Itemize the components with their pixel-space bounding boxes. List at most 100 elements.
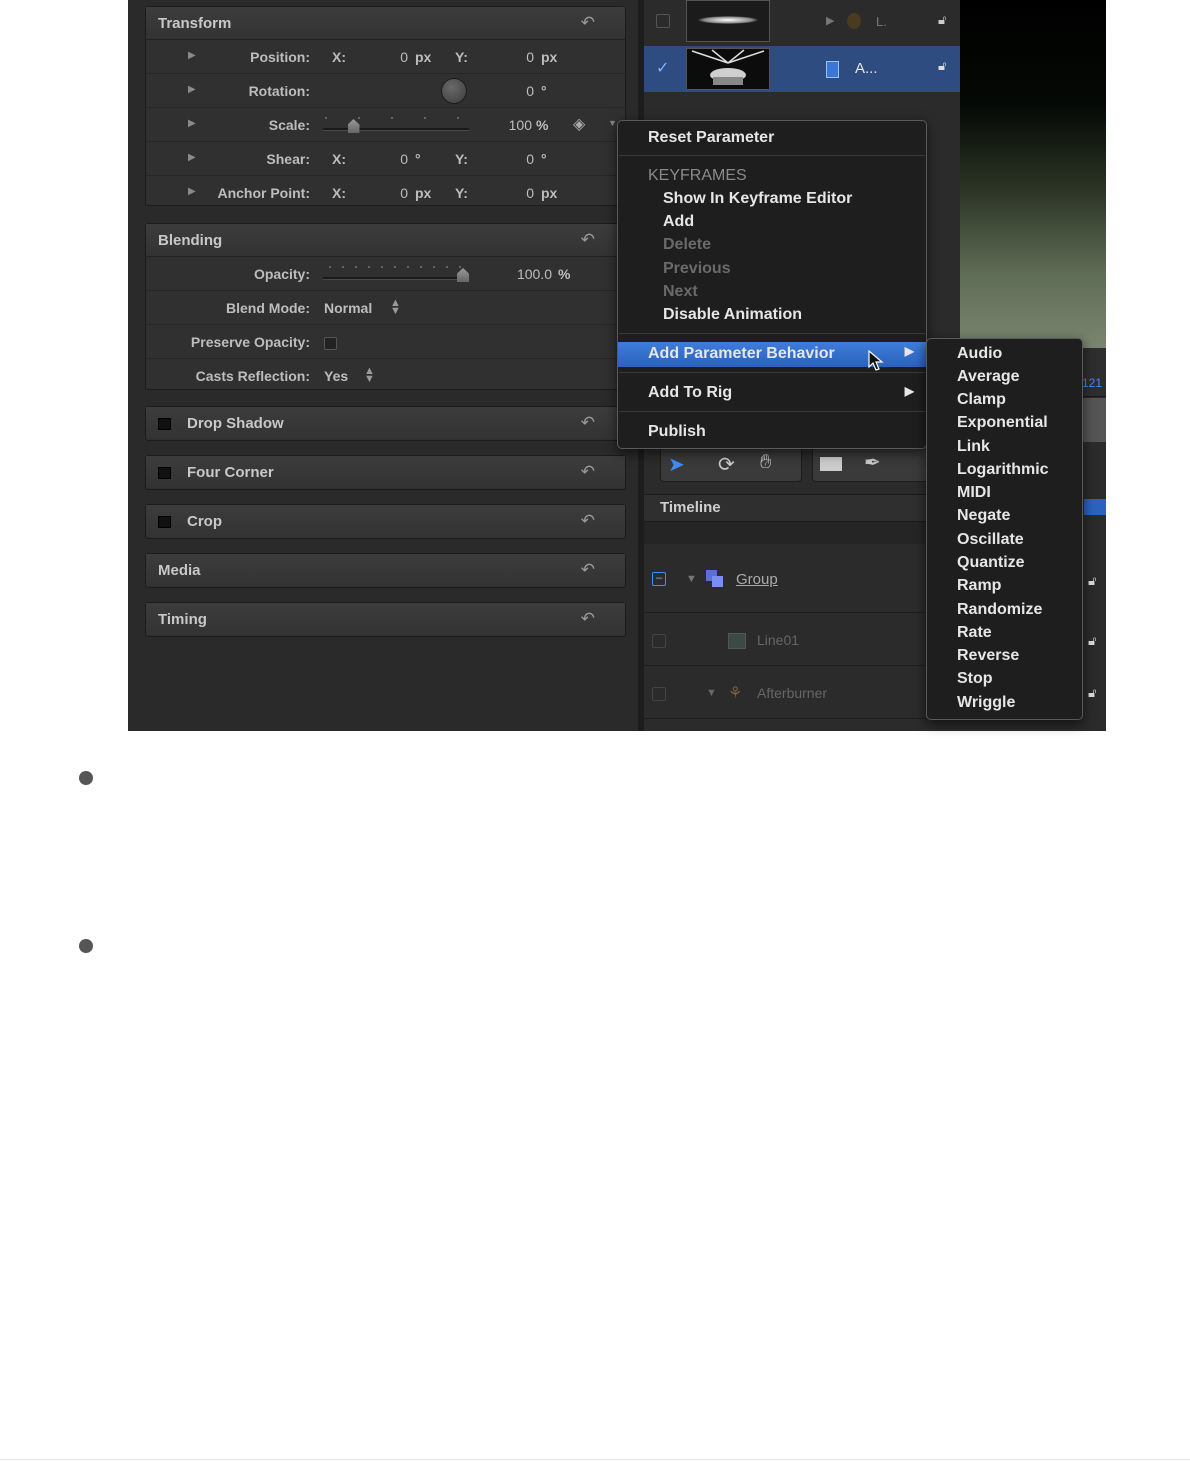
scale-slider-thumb[interactable] — [347, 119, 360, 133]
position-x-value[interactable]: 0 — [348, 49, 408, 65]
media-panel[interactable]: Media ↶ — [145, 553, 626, 588]
submenu-item-link[interactable]: Link — [957, 438, 990, 456]
disclosure-triangle-icon[interactable]: ▶ — [188, 50, 196, 61]
canvas-viewer[interactable] — [960, 0, 1106, 348]
scale-value[interactable]: 100 — [472, 117, 532, 133]
crop-checkbox[interactable] — [158, 516, 171, 528]
position-x-unit: px — [415, 49, 432, 65]
lock-icon[interactable]: 🔓︎ — [1088, 573, 1096, 589]
anchor-y-label: Y: — [455, 185, 468, 201]
scale-slider[interactable] — [323, 128, 469, 131]
submenu-arrow-icon: ▶ — [904, 344, 914, 358]
preserve-opacity-checkbox[interactable] — [324, 337, 337, 350]
disclosure-triangle-icon[interactable]: ▼ — [686, 573, 697, 585]
reset-icon[interactable]: ↶ — [581, 609, 595, 629]
menu-item-disable-animation[interactable]: Disable Animation — [618, 304, 926, 326]
layer-checkbox[interactable] — [652, 687, 666, 701]
submenu-item-audio[interactable]: Audio — [957, 345, 1002, 363]
disclosure-triangle-icon[interactable]: ▼ — [706, 687, 717, 699]
disclosure-triangle-icon[interactable]: ▶ — [188, 84, 196, 95]
submenu-item-negate[interactable]: Negate — [957, 507, 1010, 525]
select-arrow-icon[interactable]: ➤ — [668, 452, 685, 477]
shear-y-unit: ° — [541, 151, 547, 167]
lock-icon[interactable]: 🔓︎ — [1088, 633, 1096, 649]
drop-shadow-checkbox[interactable] — [158, 418, 171, 430]
anchor-y-value[interactable]: 0 — [474, 185, 534, 201]
crop-panel[interactable]: Crop ↶ — [145, 504, 626, 539]
list-bullet — [79, 771, 93, 785]
lock-icon[interactable]: 🔓︎ — [938, 58, 946, 74]
submenu-item-ramp[interactable]: Ramp — [957, 577, 1001, 595]
submenu-item-exponential[interactable]: Exponential — [957, 414, 1048, 432]
rotation-value[interactable]: 0 — [474, 83, 534, 99]
reset-icon[interactable]: ↶ — [581, 230, 595, 250]
submenu-item-average[interactable]: Average — [957, 368, 1020, 386]
submenu-item-reverse[interactable]: Reverse — [957, 647, 1019, 665]
disclosure-triangle-icon[interactable]: ▶ — [826, 14, 834, 27]
reset-icon[interactable]: ↶ — [581, 413, 595, 433]
group-name[interactable]: Group — [736, 571, 778, 588]
rotation-dial[interactable] — [441, 78, 467, 104]
reset-icon[interactable]: ↶ — [581, 13, 595, 33]
rectangle-tool-icon[interactable] — [820, 457, 842, 471]
updown-arrows-icon[interactable]: ▲ ▼ — [390, 298, 401, 317]
submenu-item-logarithmic[interactable]: Logarithmic — [957, 461, 1049, 479]
timing-panel[interactable]: Timing ↶ — [145, 602, 626, 637]
submenu-item-randomize[interactable]: Randomize — [957, 601, 1042, 619]
parameter-behavior-submenu: Audio Average Clamp Exponential Link Log… — [926, 338, 1083, 720]
updown-arrows-icon[interactable]: ▲ ▼ — [364, 366, 375, 385]
layer-row[interactable]: ▶ L. 🔓︎ — [644, 0, 960, 44]
transform-header[interactable]: Transform ↶ — [146, 7, 625, 40]
submenu-item-wriggle[interactable]: Wriggle — [957, 694, 1015, 712]
position-y-value[interactable]: 0 — [474, 49, 534, 65]
layer-checkbox-checked[interactable]: ✓ — [656, 58, 669, 78]
menu-item-add-parameter-behavior[interactable]: Add Parameter Behavior ▶ — [618, 342, 926, 371]
menu-item-add-to-rig[interactable]: Add To Rig ▶ — [618, 382, 926, 404]
layer-row-selected[interactable]: ✓ A... 🔓︎ — [644, 46, 960, 92]
four-corner-panel[interactable]: Four Corner ↶ — [145, 455, 626, 490]
menu-item-add[interactable]: Add — [618, 211, 926, 233]
submenu-item-clamp[interactable]: Clamp — [957, 391, 1006, 409]
drop-shadow-panel[interactable]: Drop Shadow ↶ — [145, 406, 626, 441]
submenu-item-midi[interactable]: MIDI — [957, 484, 991, 502]
tool-bar: ➤ ⟳ ✋︎ ✒︎ — [660, 446, 962, 482]
keyframe-diamond-icon[interactable]: ◈ — [573, 114, 585, 134]
timeline-view-icon[interactable] — [1084, 499, 1106, 515]
opacity-slider-thumb[interactable] — [457, 268, 469, 282]
layer-checkbox[interactable] — [652, 634, 666, 648]
disclosure-triangle-icon[interactable]: ▶ — [188, 152, 196, 163]
blend-mode-value[interactable]: Normal — [324, 300, 372, 316]
blending-header[interactable]: Blending ↶ — [146, 224, 625, 257]
timeline-row-afterburner[interactable]: ▼ ⚘ Afterburner — [644, 666, 960, 719]
submenu-item-stop[interactable]: Stop — [957, 670, 993, 688]
layer-checkbox[interactable] — [656, 14, 670, 28]
reset-icon[interactable]: ↶ — [581, 511, 595, 531]
casts-reflection-value[interactable]: Yes — [324, 368, 348, 384]
opacity-slider[interactable] — [323, 277, 469, 280]
timeline-row-group[interactable]: – ▼ Group — [644, 552, 960, 613]
disclosure-triangle-icon[interactable]: ▶ — [188, 186, 196, 197]
lock-icon[interactable]: 🔓︎ — [938, 12, 946, 28]
submenu-item-quantize[interactable]: Quantize — [957, 554, 1025, 572]
shear-x-value[interactable]: 0 — [348, 151, 408, 167]
menu-item-reset-parameter[interactable]: Reset Parameter — [618, 127, 926, 149]
orbit-icon[interactable]: ⟳ — [718, 452, 735, 477]
opacity-value[interactable]: 100.0 — [492, 266, 552, 282]
shear-y-value[interactable]: 0 — [474, 151, 534, 167]
menu-item-show-in-keyframe-editor[interactable]: Show In Keyframe Editor — [618, 188, 926, 210]
group-checkbox-mixed[interactable]: – — [652, 572, 666, 586]
reset-icon[interactable]: ↶ — [581, 560, 595, 580]
menu-item-publish[interactable]: Publish — [618, 421, 926, 443]
submenu-item-oscillate[interactable]: Oscillate — [957, 531, 1024, 549]
four-corner-checkbox[interactable] — [158, 467, 171, 479]
lock-icon[interactable]: 🔓︎ — [1088, 685, 1096, 701]
reset-icon[interactable]: ↶ — [581, 462, 595, 482]
anchor-x-value[interactable]: 0 — [348, 185, 408, 201]
disclosure-triangle-icon[interactable]: ▶ — [188, 118, 196, 129]
pen-tool-icon[interactable]: ✒︎ — [864, 450, 881, 475]
parameter-menu-arrow-icon[interactable]: ▼ — [608, 118, 617, 128]
blending-panel: Blending ↶ Opacity: 100.0 % Blend Mode: … — [145, 223, 626, 390]
hand-icon[interactable]: ✋︎ — [760, 451, 771, 474]
timeline-row-line01[interactable]: Line01 — [644, 613, 960, 666]
submenu-item-rate[interactable]: Rate — [957, 624, 992, 642]
